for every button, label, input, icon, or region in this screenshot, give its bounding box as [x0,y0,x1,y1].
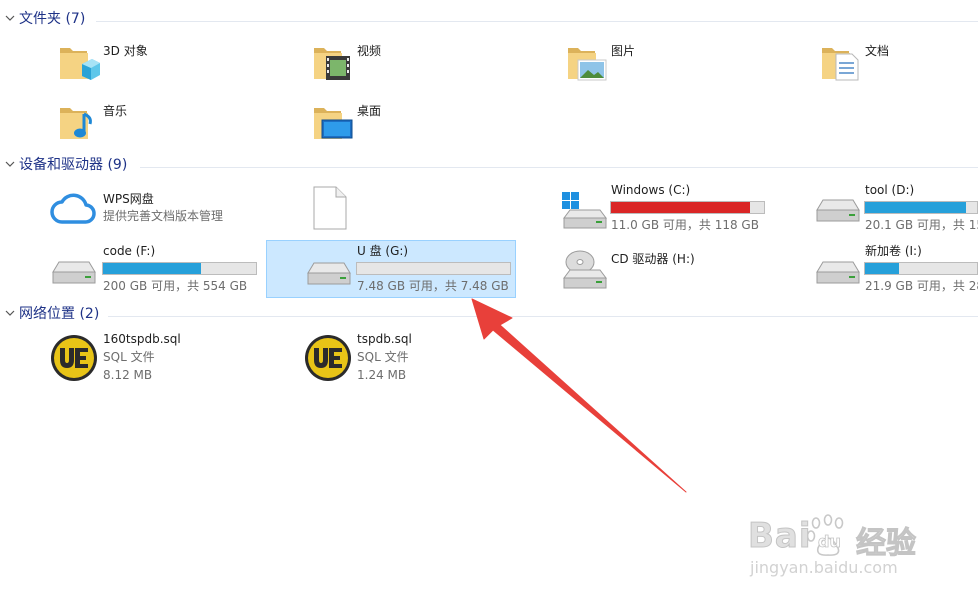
watermark-jingyan: 经验 [856,526,917,562]
baidu-jingyan-watermark: Bai du 经验 jingyan.baidu.com [748,512,938,582]
watermark-bai: Bai [748,516,812,557]
annotation-arrow [471,298,687,493]
watermark-du: du [818,532,842,552]
watermark-url: jingyan.baidu.com [750,558,898,577]
